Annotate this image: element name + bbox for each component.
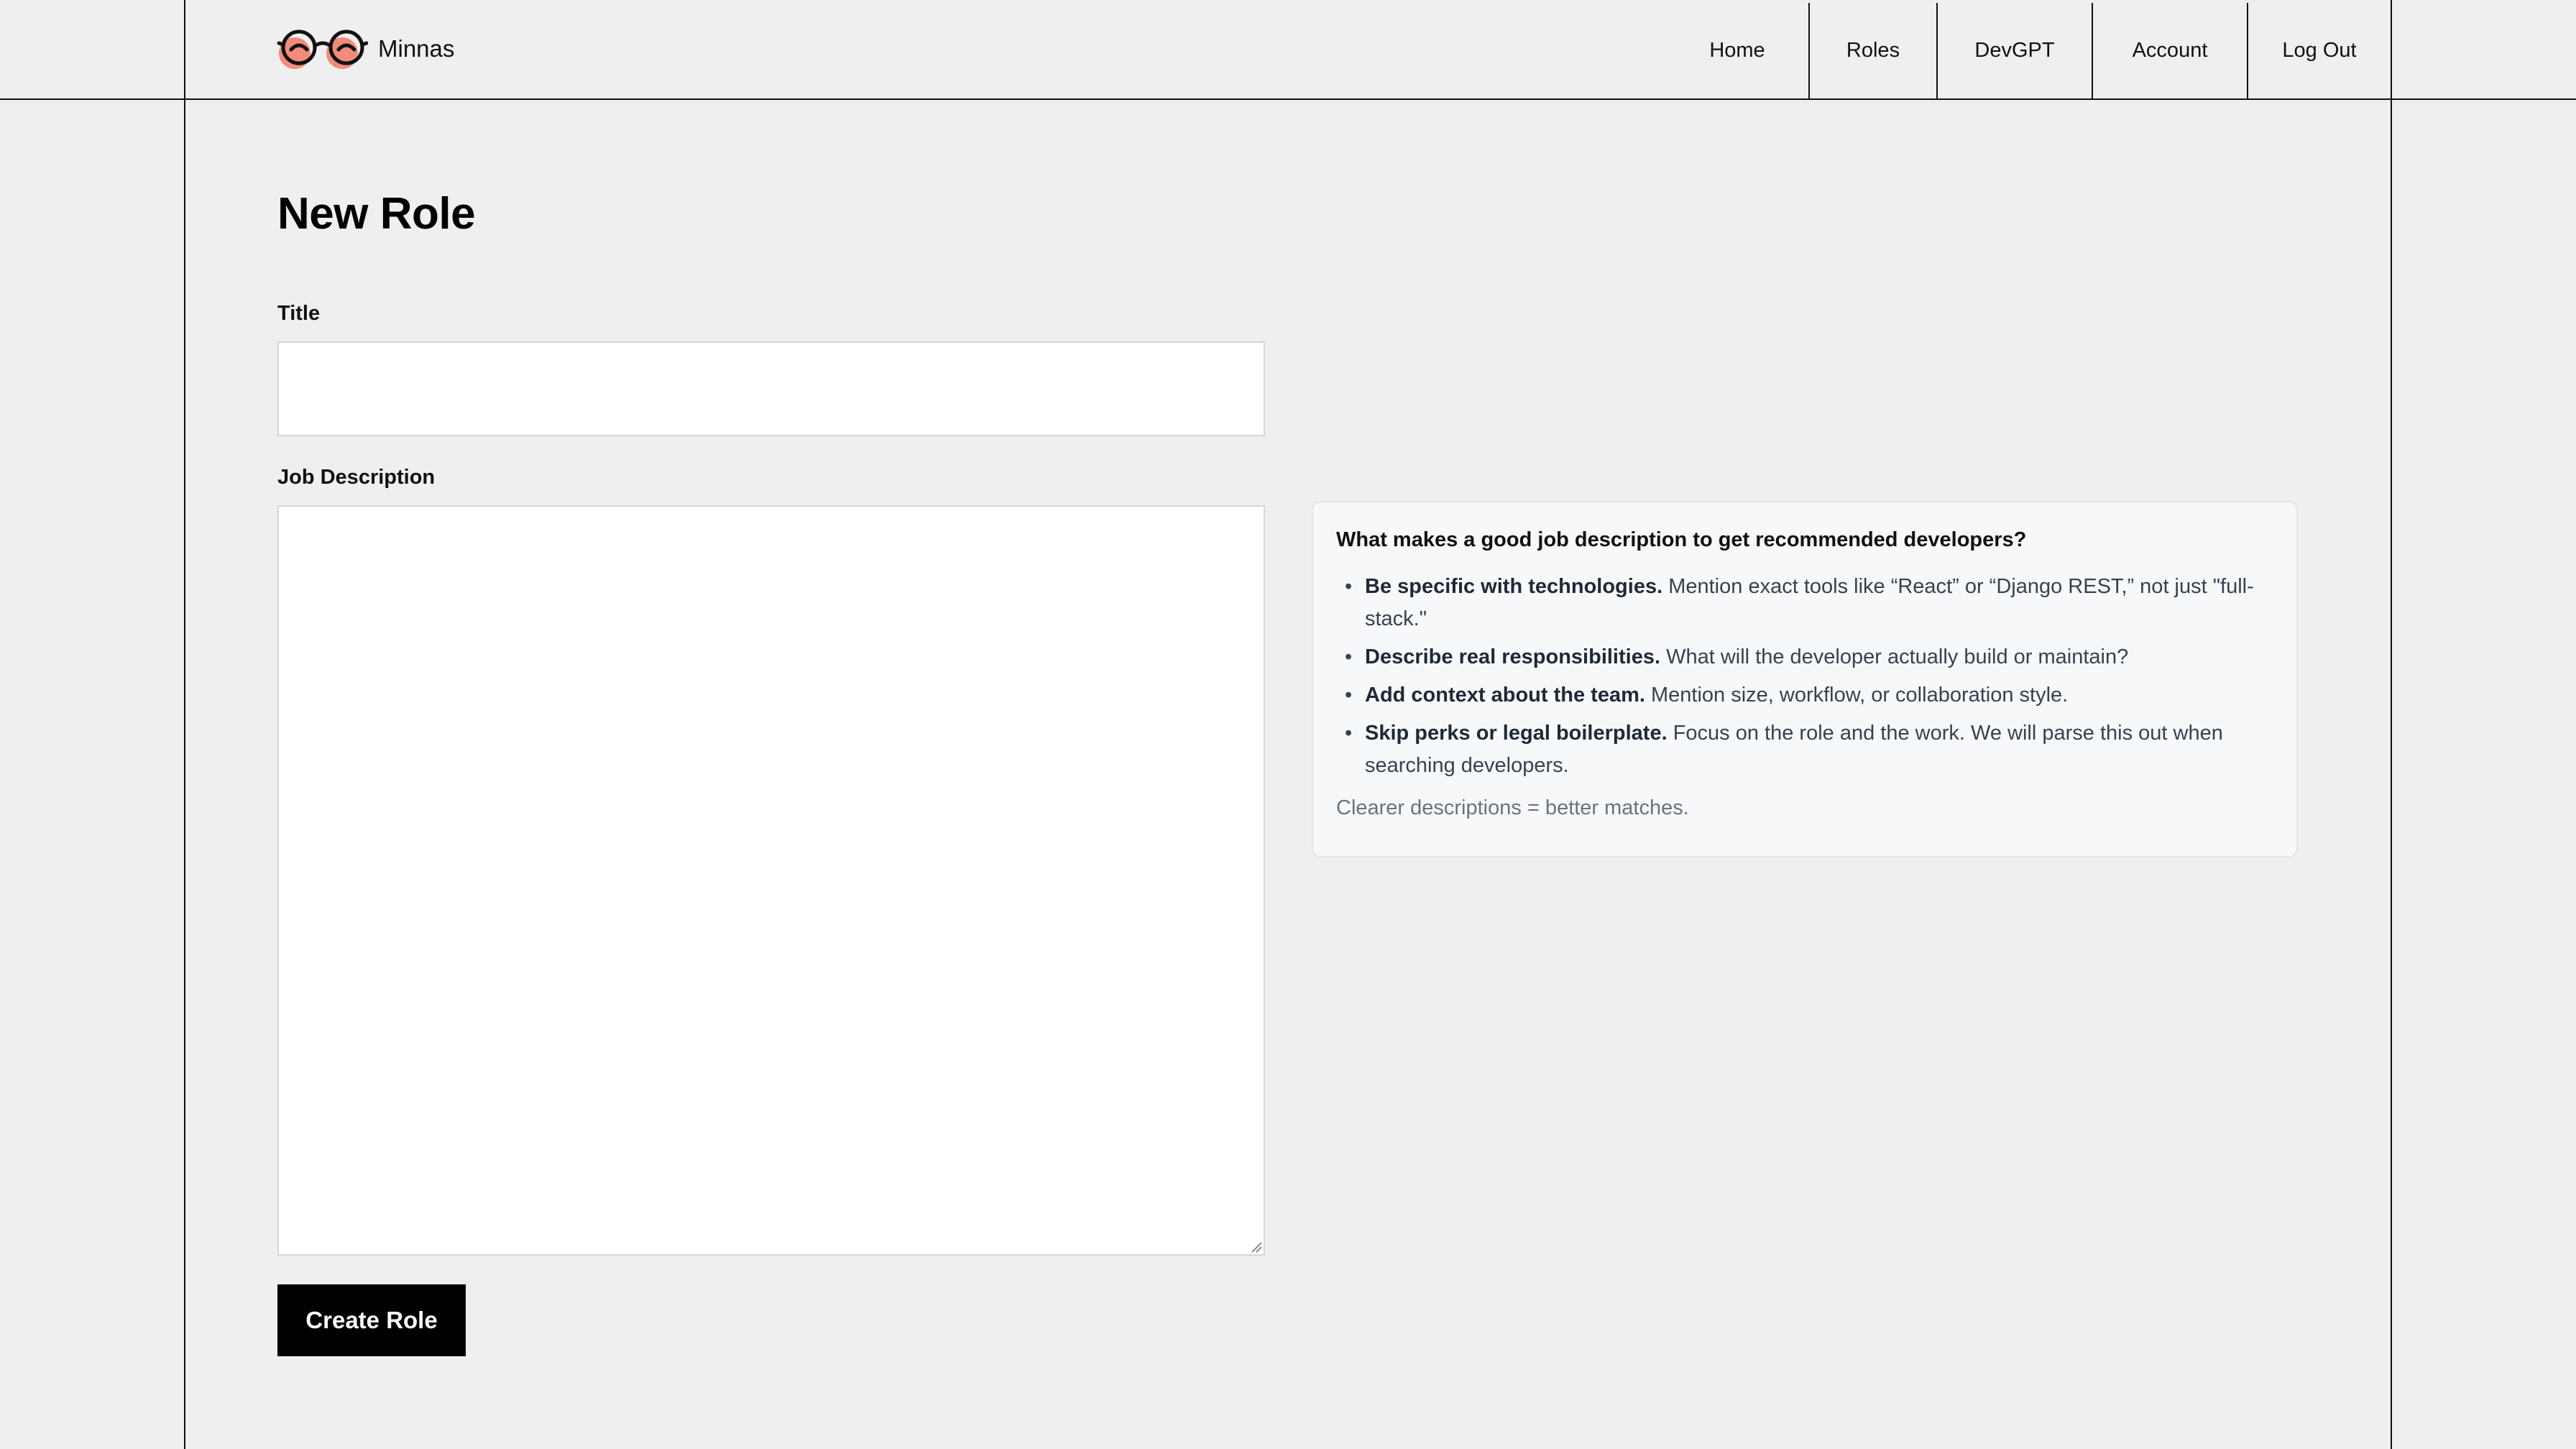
tips-list: • Be specific with technologies. Mention… [1336,571,2273,782]
job-description-tips-panel: What makes a good job description to get… [1312,501,2298,857]
brand-name: Minnas [378,35,455,62]
nav-account[interactable]: Account [2092,3,2247,98]
bullet-icon: • [1345,722,1353,745]
bullet-icon: • [1345,645,1353,668]
tip-item: • Skip perks or legal boilerplate. Focus… [1336,717,2273,782]
nav-log-out[interactable]: Log Out [2247,3,2391,98]
job-description-textarea[interactable] [277,505,1265,1256]
nav-roles[interactable]: Roles [1808,3,1936,98]
tip-text: Mention size, workflow, or collaboration… [1644,684,2069,707]
tip-title: Be specific with technologies. [1365,575,1663,598]
tip-item: • Describe real responsibilities. What w… [1336,641,2273,673]
bullet-icon: • [1345,575,1353,598]
nav-devgpt[interactable]: DevGPT [1936,3,2092,98]
bullet-icon: • [1345,684,1353,707]
textarea-resize-handle-icon[interactable] [1249,1240,1262,1253]
title-label: Title [277,302,321,325]
create-role-button[interactable]: Create Role [277,1284,466,1356]
top-navbar: Minnas Home Roles DevGPT Account Log Out [0,0,2576,100]
tip-text: What will the developer actually build o… [1660,645,2129,668]
title-input[interactable] [277,341,1265,436]
tip-title: Describe real responsibilities. [1365,645,1661,668]
tip-item: • Be specific with technologies. Mention… [1336,571,2273,635]
tip-item: • Add context about the team. Mention si… [1336,679,2273,712]
nav-home[interactable]: Home [1666,3,1808,98]
job-description-label: Job Description [277,466,436,489]
page-title: New Role [277,189,476,239]
tip-title: Skip perks or legal boilerplate. [1365,722,1668,745]
brand-logo-link[interactable]: Minnas [276,26,454,72]
tips-heading: What makes a good job description to get… [1336,528,2027,551]
tip-title: Add context about the team. [1365,684,1645,707]
tips-footer: Clearer descriptions = better matches. [1336,796,1689,819]
glasses-logo-icon [276,26,368,72]
main-nav: Home Roles DevGPT Account Log Out [1666,3,2391,98]
